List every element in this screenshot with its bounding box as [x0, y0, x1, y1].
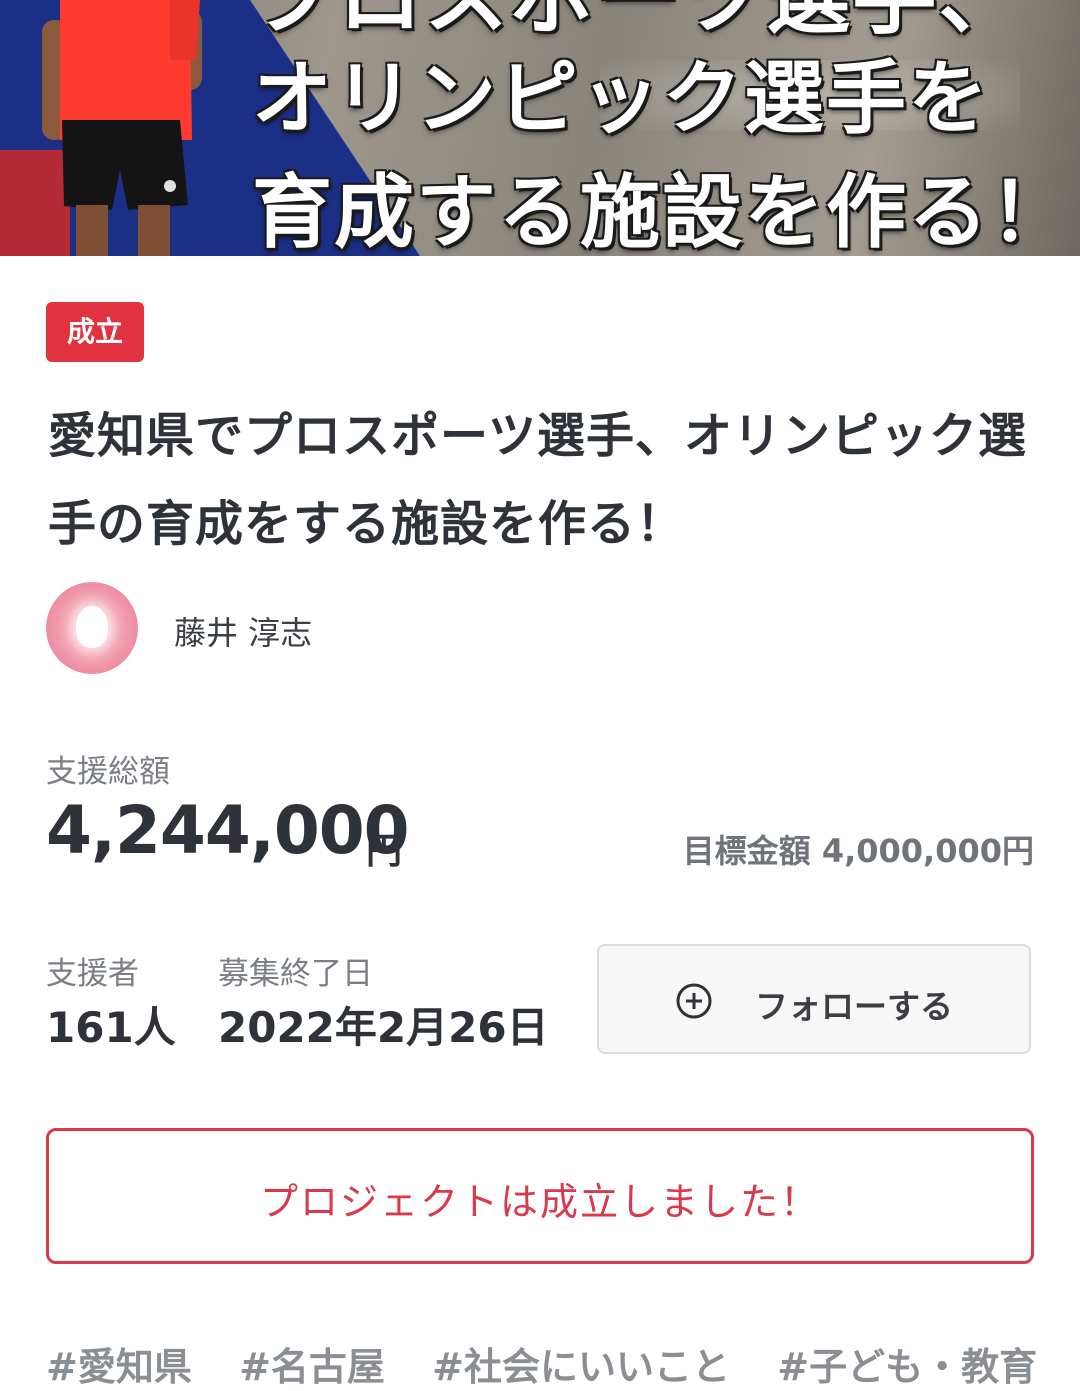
owner-avatar[interactable]	[46, 582, 138, 674]
status-badge: 成立	[46, 302, 144, 362]
goal-amount-label: 目標金額	[682, 832, 811, 870]
tag-link[interactable]: #愛知県	[46, 1336, 192, 1391]
hero-caption-line-1: オリンピック選手を	[252, 52, 990, 145]
user-avatar-icon	[76, 606, 108, 648]
end-date-value: 2022年2月26日	[218, 1003, 549, 1052]
tag-link[interactable]: #名古屋	[239, 1336, 385, 1391]
total-amount-value: 4,244,000	[46, 792, 410, 869]
project-success-box: プロジェクトは成立しました！	[46, 1128, 1034, 1264]
owner-name[interactable]: 藤井 淳志	[174, 608, 312, 654]
tag-link[interactable]: #子ども・教育	[777, 1336, 1037, 1391]
tag-link[interactable]: #社会にいいこと	[432, 1336, 730, 1391]
plus-circle-icon	[676, 983, 712, 1019]
hero-banner: プロスポーツ選手、 オリンピック選手を 育成する施設を作る！	[0, 0, 1080, 256]
supporters-label: 支援者	[46, 956, 139, 992]
follow-button-label: フォローする	[755, 987, 953, 1026]
goal-amount-value: 4,000,000円	[821, 832, 1034, 870]
goal-amount: 目標金額 4,000,000円	[683, 826, 1034, 872]
athlete-photo	[42, 0, 202, 256]
total-amount-unit: 円	[366, 831, 403, 872]
follow-button[interactable]: フォローする	[597, 944, 1031, 1054]
hero-caption-line-2: 育成する施設を作る！	[252, 166, 1072, 256]
end-date-label: 募集終了日	[218, 956, 373, 992]
supporters-value: 161人	[46, 1003, 176, 1052]
project-success-message: プロジェクトは成立しました！	[259, 1180, 820, 1224]
tag-list: #愛知県 #名古屋 #社会にいいこと #子ども・教育	[46, 1336, 1046, 1391]
total-amount-label: 支援総額	[46, 754, 170, 790]
project-title: 愛知県でプロスポーツ選手、オリンピック選手の育成をする施設を作る！	[48, 408, 1028, 552]
